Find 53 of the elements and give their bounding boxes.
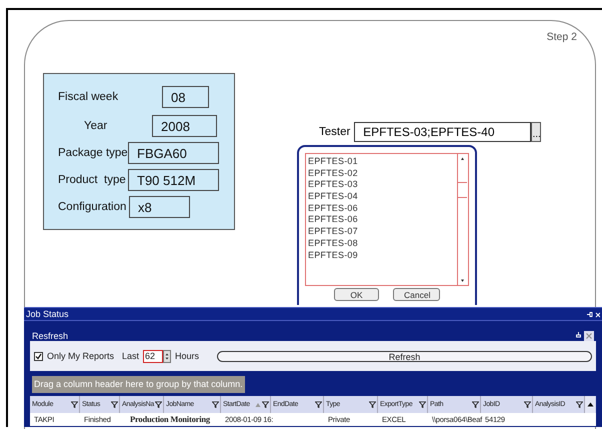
cancel-button[interactable]: Cancel — [393, 288, 440, 301]
panel-title: Job Status — [26, 309, 69, 319]
panel-title: Resfresh — [32, 330, 68, 340]
filter-icon[interactable] — [369, 401, 376, 408]
refresh-button[interactable]: Refresh — [217, 350, 592, 362]
list-item[interactable]: EPFTES-04 — [308, 191, 457, 203]
list-item[interactable]: EPFTES-02 — [308, 168, 457, 180]
filter-icon[interactable] — [576, 401, 583, 408]
hours-label: Hours — [175, 351, 200, 361]
browse-button[interactable]: ... — [531, 122, 541, 142]
field-label: Year — [84, 120, 108, 132]
filter-icon[interactable] — [419, 401, 426, 408]
hours-field[interactable]: 62 — [143, 350, 164, 362]
field-label: Package type — [58, 146, 128, 158]
field-label: Configuration — [58, 200, 128, 212]
checkbox[interactable] — [34, 352, 43, 360]
filter-icon[interactable] — [212, 401, 219, 408]
filter-icon[interactable] — [262, 401, 269, 408]
list-item[interactable]: EPFTES-06 — [308, 214, 457, 226]
field-label: Product type — [58, 174, 127, 186]
value-field[interactable]: 2008 — [152, 114, 217, 136]
group-hint: Drag a column header here to group by that column. — [32, 376, 245, 393]
scrollbar[interactable] — [457, 154, 468, 285]
value-field[interactable]: T90 512M — [128, 168, 219, 190]
list-item[interactable]: EPFTES-07 — [308, 226, 457, 238]
checkbox-label: Only My Reports — [47, 351, 114, 361]
last-label: Last — [122, 351, 140, 361]
filter-icon[interactable] — [155, 401, 162, 408]
filter-icon[interactable] — [315, 401, 322, 408]
filter-icon[interactable] — [111, 401, 118, 408]
pin-icon[interactable] — [586, 310, 593, 318]
filter-icon[interactable] — [71, 401, 78, 408]
list-item[interactable]: EPFTES-06 — [308, 202, 457, 214]
field-label: Fiscal week — [58, 90, 120, 102]
close-icon[interactable] — [584, 330, 594, 340]
list-item[interactable]: EPFTES-08 — [308, 238, 457, 250]
list-item[interactable]: EPFTES-09 — [308, 250, 457, 262]
list-item[interactable]: EPFTES-01 — [308, 156, 457, 168]
list-item[interactable]: EPFTES-03 — [308, 179, 457, 192]
tester-field[interactable]: EPFTES-03;EPFTES-40 — [354, 122, 532, 142]
pin-icon[interactable] — [575, 330, 582, 338]
scroll-up-icon[interactable] — [585, 396, 595, 413]
value-field[interactable]: 08 — [162, 86, 209, 108]
spinner-icon[interactable] — [163, 350, 172, 362]
ok-button[interactable]: OK — [334, 288, 379, 301]
tester-label: Tester — [319, 126, 352, 138]
value-field[interactable]: x8 — [129, 196, 190, 218]
close-icon[interactable] — [595, 310, 600, 318]
step-label: Step 2 — [546, 31, 577, 43]
filter-icon[interactable] — [524, 401, 531, 408]
scroll-thumb[interactable] — [458, 182, 467, 198]
filter-icon[interactable] — [472, 401, 479, 408]
value-field[interactable]: FBGA60 — [128, 142, 219, 164]
